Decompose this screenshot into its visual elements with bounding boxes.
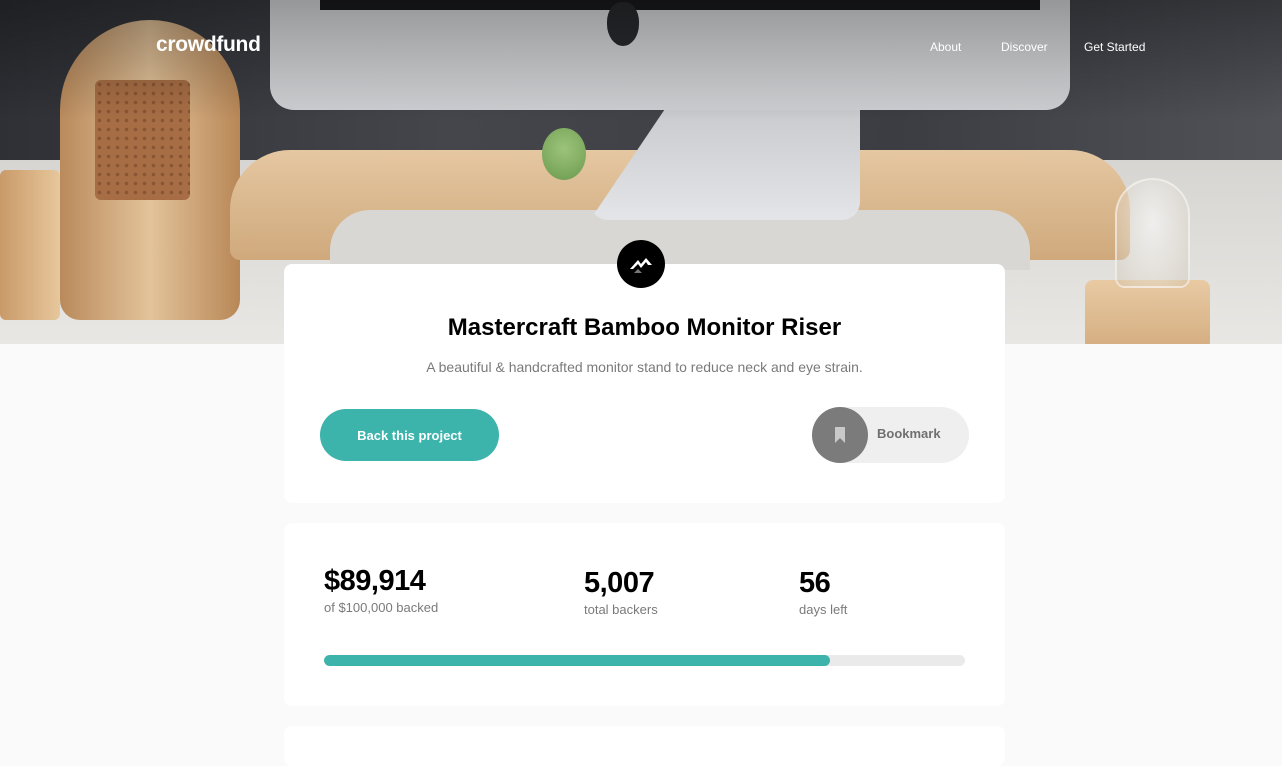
funding-progress-fill [324,655,831,666]
about-card [284,726,1005,766]
stats-card: $89,914 of $100,000 backed 5,007 total b… [284,523,1005,706]
stat-backed: $89,914 of $100,000 backed [324,565,438,615]
days-label: days left [799,602,848,617]
bookmark-icon-circle [812,407,868,463]
mastercraft-logo-icon [630,258,652,273]
bookmark-icon [835,427,845,443]
back-project-button[interactable]: Back this project [320,409,499,461]
project-logo [617,240,665,288]
nav-discover[interactable]: Discover [1001,40,1048,54]
hero-lamp-bulb [1115,178,1190,288]
hero-lamp-base [1085,280,1210,344]
stat-backers: 5,007 total backers [584,567,658,617]
stat-days: 56 days left [799,567,847,617]
bookmark-label: Bookmark [877,426,941,441]
bookmark-button[interactable]: Bookmark [812,407,969,463]
days-left: 56 [799,567,831,599]
hero-shade [0,0,1282,120]
hero-pencil-cup [0,170,60,320]
project-intro-card: Mastercraft Bamboo Monitor Riser A beaut… [284,264,1005,503]
backed-label: of $100,000 backed [324,600,439,615]
site-logo[interactable]: crowdfund [156,33,261,57]
project-description: A beautiful & handcrafted monitor stand … [426,359,863,375]
project-title: Mastercraft Bamboo Monitor Riser [447,314,842,341]
backed-amount: $89,914 [324,565,426,597]
hero-toy [542,128,586,180]
funding-progress-bar [324,655,965,666]
backers-count: 5,007 [584,567,655,599]
backers-label: total backers [584,602,658,617]
nav-about[interactable]: About [930,40,961,54]
nav-get-started[interactable]: Get Started [1084,40,1145,54]
